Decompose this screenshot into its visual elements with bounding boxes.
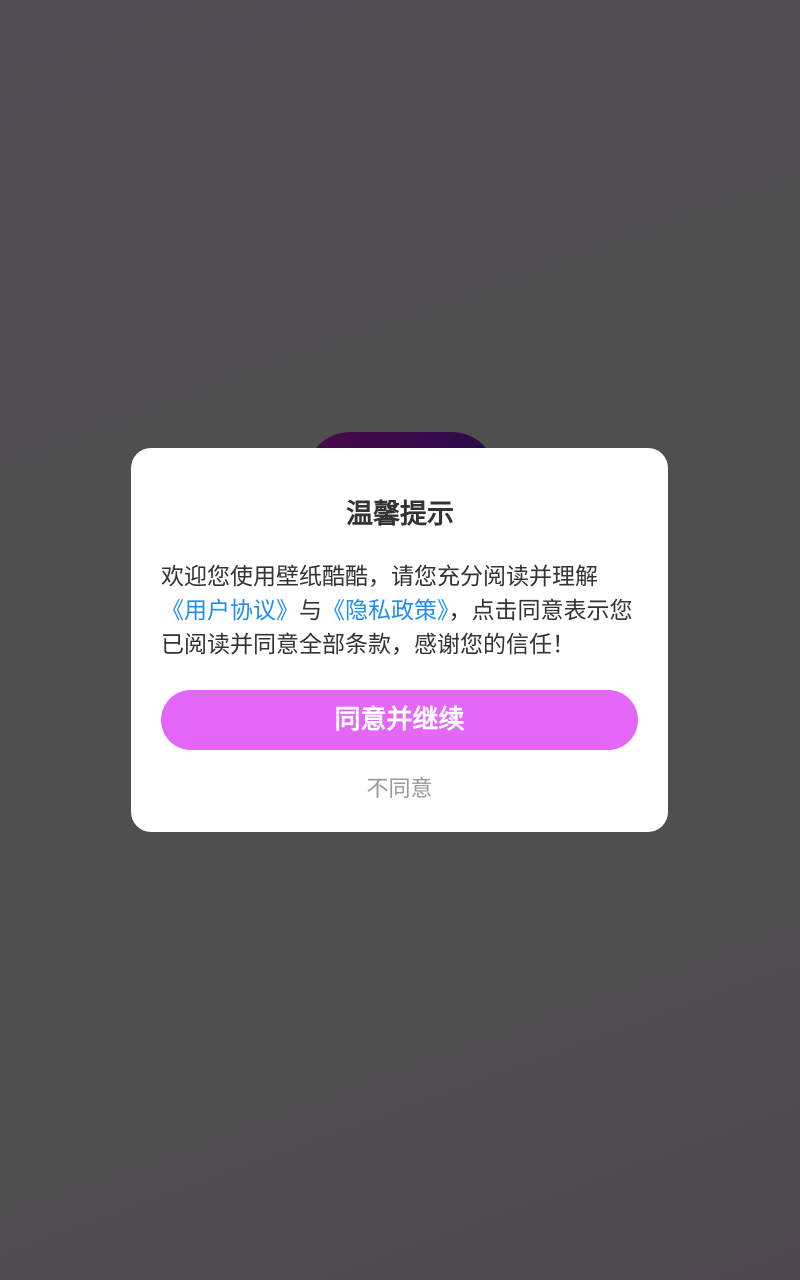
user-agreement-link[interactable]: 《用户协议》 [161, 598, 299, 624]
privacy-policy-link[interactable]: 《隐私政策》 [322, 598, 449, 624]
message-prefix: 欢迎您使用壁纸酷酷，请您充分阅读并理解 [161, 564, 598, 590]
dialog-title: 温馨提示 [346, 499, 454, 530]
message-connector: 与 [299, 598, 322, 624]
dialog-message: 欢迎您使用壁纸酷酷，请您充分阅读并理解《用户协议》与《隐私政策》，点击同意表示您… [161, 560, 641, 662]
disagree-button[interactable]: 不同意 [161, 772, 638, 808]
screen: 温馨提示 欢迎您使用壁纸酷酷，请您充分阅读并理解《用户协议》与《隐私政策》，点击… [0, 0, 800, 1280]
agree-continue-button[interactable]: 同意并继续 [161, 690, 638, 750]
